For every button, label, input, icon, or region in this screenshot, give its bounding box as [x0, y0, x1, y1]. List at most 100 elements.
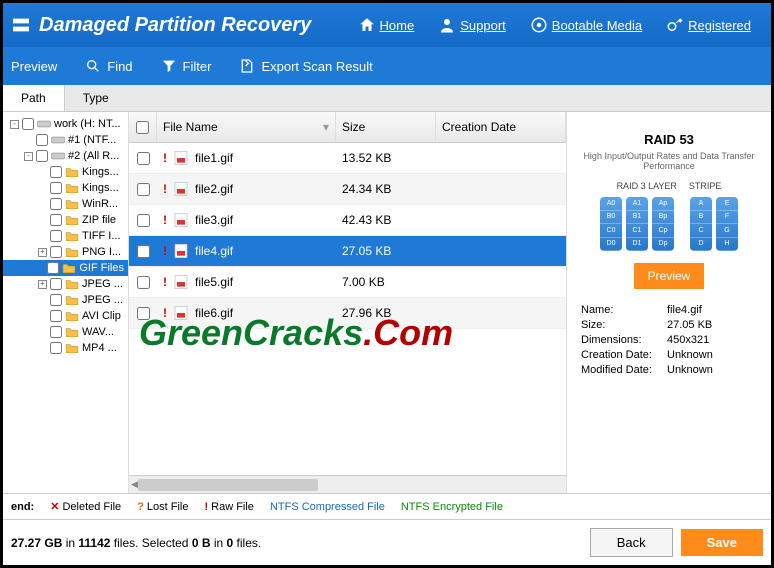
tree-checkbox[interactable] [50, 214, 62, 226]
expand-icon [38, 200, 47, 209]
file-name: file6.gif [195, 306, 233, 320]
folder-icon [65, 182, 79, 194]
expand-icon [38, 216, 47, 225]
disk-icon [37, 118, 51, 130]
save-button[interactable]: Save [681, 529, 763, 556]
expand-icon [38, 344, 47, 353]
sort-icon: ▾ [323, 120, 329, 134]
file-row[interactable]: !file1.gif13.52 KB [129, 143, 566, 174]
tree-item[interactable]: ZIP file [3, 212, 128, 228]
nav-home[interactable]: Home [358, 16, 415, 34]
h-scrollbar[interactable]: ◀ [129, 475, 566, 493]
tree-label: GIF Files [79, 262, 124, 274]
legend-deleted: ✕Deleted File [50, 500, 121, 513]
col-check[interactable] [129, 112, 157, 142]
nav-registered-label: Registered [688, 18, 751, 33]
tree-label: AVI Clip [82, 310, 121, 322]
file-row[interactable]: !file3.gif42.43 KB [129, 205, 566, 236]
tree-checkbox[interactable] [50, 310, 62, 322]
drive-icon [51, 150, 65, 162]
tool-export[interactable]: Export Scan Result [239, 58, 372, 74]
tab-path[interactable]: Path [3, 85, 65, 111]
tree-item[interactable]: TIFF I... [3, 228, 128, 244]
tree-checkbox[interactable] [36, 134, 48, 146]
preview-button[interactable]: Preview [634, 263, 705, 289]
tree-item[interactable]: -#2 (All R... [3, 148, 128, 164]
tree-checkbox[interactable] [36, 150, 48, 162]
file-name: file1.gif [195, 151, 233, 165]
tree-item[interactable]: JPEG ... [3, 292, 128, 308]
file-row[interactable]: !file2.gif24.34 KB [129, 174, 566, 205]
expand-icon [38, 328, 47, 337]
col-filename[interactable]: File Name▾ [157, 112, 336, 142]
status-info: 27.27 GB in 11142 files. Selected 0 B in… [11, 536, 582, 550]
tool-export-label: Export Scan Result [261, 59, 372, 74]
tool-preview[interactable]: Preview [11, 59, 57, 74]
tree-item[interactable]: Kings... [3, 180, 128, 196]
tree-checkbox[interactable] [50, 182, 62, 194]
gif-file-icon [173, 181, 189, 197]
file-checkbox[interactable] [137, 152, 150, 165]
tree-item[interactable]: MP4 ... [3, 340, 128, 356]
expand-icon[interactable]: - [10, 120, 19, 129]
expand-icon [38, 168, 47, 177]
tree-label: WAV... [82, 326, 114, 338]
tree-label: MP4 ... [82, 342, 117, 354]
tree-checkbox[interactable] [22, 118, 34, 130]
tree-checkbox[interactable] [50, 278, 62, 290]
tree-checkbox[interactable] [50, 246, 62, 258]
file-row[interactable]: !file4.gif27.05 KB [129, 236, 566, 267]
tree-item[interactable]: +PNG I... [3, 244, 128, 260]
file-checkbox[interactable] [137, 245, 150, 258]
nav-registered[interactable]: Registered [666, 16, 751, 34]
tree-label: JPEG ... [82, 294, 123, 306]
file-name: file4.gif [195, 244, 233, 258]
tree-item[interactable]: +JPEG ... [3, 276, 128, 292]
tree-item[interactable]: GIF Files [3, 260, 128, 276]
back-button[interactable]: Back [590, 528, 673, 557]
file-row[interactable]: !file5.gif7.00 KB [129, 267, 566, 298]
tree-checkbox[interactable] [50, 294, 62, 306]
file-checkbox[interactable] [137, 276, 150, 289]
tree-label: ZIP file [82, 214, 116, 226]
tree-item[interactable]: AVI Clip [3, 308, 128, 324]
tree-item[interactable]: Kings... [3, 164, 128, 180]
nav-bootable[interactable]: Bootable Media [530, 16, 642, 34]
expand-icon[interactable]: + [38, 248, 47, 257]
col-date[interactable]: Creation Date [436, 112, 566, 142]
file-size: 7.00 KB [336, 275, 436, 289]
tool-find[interactable]: Find [85, 58, 132, 74]
tree-checkbox[interactable] [47, 262, 59, 274]
file-checkbox[interactable] [137, 214, 150, 227]
tool-find-label: Find [107, 59, 132, 74]
tree-item[interactable]: #1 (NTF... [3, 132, 128, 148]
preview-meta: Name:file4.gif Size:27.05 KB Dimensions:… [581, 304, 763, 376]
expand-icon[interactable]: + [38, 280, 47, 289]
nav-support[interactable]: Support [438, 16, 506, 34]
tree-item[interactable]: - work (H: NT... [3, 116, 128, 132]
tree-checkbox[interactable] [50, 198, 62, 210]
file-checkbox[interactable] [137, 307, 150, 320]
preview-title: RAID 53 [575, 132, 763, 147]
tree-checkbox[interactable] [50, 326, 62, 338]
col-size[interactable]: Size [336, 112, 436, 142]
tool-filter[interactable]: Filter [161, 58, 212, 74]
select-all-checkbox[interactable] [136, 121, 149, 134]
folder-icon [65, 246, 79, 258]
raid-layer-labels: RAID 3 LAYER STRIPE [575, 181, 763, 191]
file-row[interactable]: !file6.gif27.96 KB [129, 298, 566, 329]
raw-marker-icon: ! [163, 151, 167, 165]
file-checkbox[interactable] [137, 183, 150, 196]
tree-item[interactable]: WinR... [3, 196, 128, 212]
tree-item[interactable]: WAV... [3, 324, 128, 340]
expand-icon [38, 184, 47, 193]
gif-file-icon [173, 305, 189, 321]
tree-checkbox[interactable] [50, 230, 62, 242]
scrollbar-thumb[interactable] [138, 479, 318, 491]
tab-type[interactable]: Type [65, 85, 127, 111]
expand-icon[interactable]: - [24, 152, 33, 161]
tree-checkbox[interactable] [50, 166, 62, 178]
folder-icon [65, 166, 79, 178]
tree-checkbox[interactable] [50, 342, 62, 354]
tree-label: work (H: NT... [54, 118, 121, 130]
